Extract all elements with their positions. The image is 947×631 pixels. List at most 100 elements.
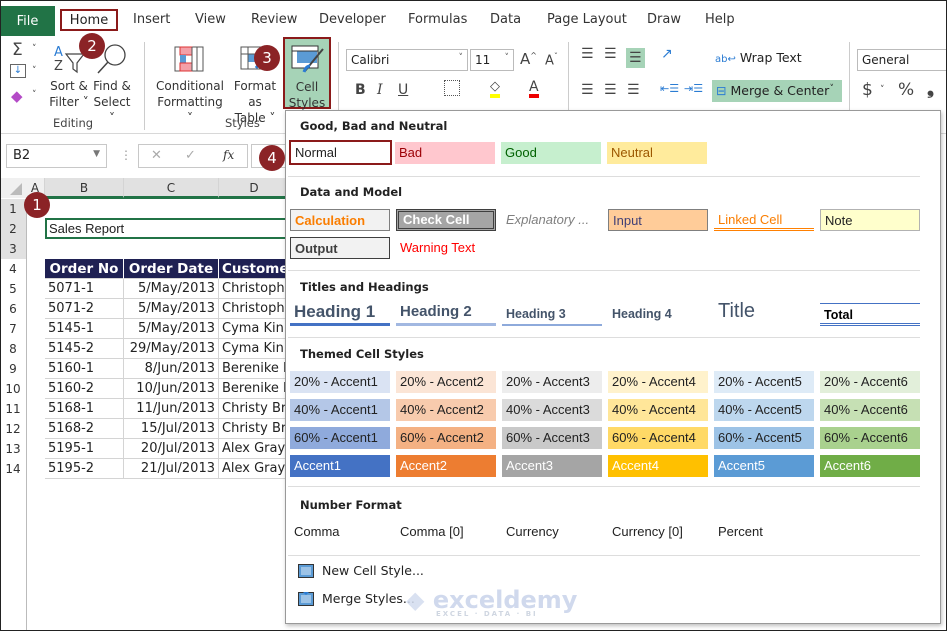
conditional-formatting-icon[interactable] (174, 46, 204, 72)
table-cell[interactable]: 5195-2 (45, 459, 124, 479)
style-comma-0[interactable]: Comma [0] (396, 521, 496, 543)
tab-help[interactable]: Help (705, 12, 735, 27)
enter-icon[interactable]: ✓ (185, 148, 196, 163)
style-themed-accent4[interactable]: Accent4 (608, 455, 708, 477)
style-currency[interactable]: Currency (502, 521, 602, 543)
style-input[interactable]: Input (608, 209, 708, 231)
borders-icon[interactable] (444, 80, 460, 96)
table-cell[interactable]: 8/Jun/2013 (124, 359, 219, 379)
style-themed-accent1[interactable]: 20% - Accent1 (290, 371, 390, 393)
style-themed-accent6[interactable]: 40% - Accent6 (820, 399, 920, 421)
row-header[interactable]: 5 (0, 279, 26, 299)
row-header[interactable]: 9 (0, 359, 26, 379)
tab-draw[interactable]: Draw (647, 12, 681, 27)
table-cell[interactable]: 5145-2 (45, 339, 124, 359)
align-middle-icon[interactable]: ☰ (604, 46, 617, 62)
style-themed-accent1[interactable]: Accent1 (290, 455, 390, 477)
style-themed-accent5[interactable]: 60% - Accent5 (714, 427, 814, 449)
increase-indent-icon[interactable]: ⇥☰ (684, 82, 703, 95)
percent-button[interactable]: % (898, 80, 914, 100)
table-cell[interactable]: Christophe (219, 279, 290, 299)
comma-style-button[interactable]: ❟ (927, 78, 934, 99)
wrap-text-button[interactable]: ab↩ Wrap Text (715, 50, 802, 65)
style-heading-4[interactable]: Heading 4 (608, 303, 708, 326)
style-good[interactable]: Good (501, 142, 601, 164)
style-heading-2[interactable]: Heading 2 (396, 301, 496, 326)
cancel-icon[interactable]: ✕ (151, 148, 162, 163)
style-themed-accent6[interactable]: Accent6 (820, 455, 920, 477)
bold-button[interactable]: B (355, 82, 366, 98)
chevron-down-icon[interactable]: ˅ (32, 66, 37, 76)
row-header[interactable]: 4 (0, 259, 26, 279)
table-cell[interactable]: 5195-1 (45, 439, 124, 459)
style-explanatory[interactable]: Explanatory ... (502, 209, 602, 231)
table-cell[interactable]: 5071-2 (45, 299, 124, 319)
table-cell[interactable]: 5145-1 (45, 319, 124, 339)
conditional-formatting-button[interactable]: Conditional Formatting ˅ (153, 78, 227, 126)
currency-button[interactable]: $ (862, 80, 873, 100)
style-title[interactable]: Title (714, 297, 814, 325)
table-cell[interactable]: 20/Jul/2013 (124, 439, 219, 459)
row-header[interactable]: 10 (0, 379, 26, 399)
table-cell[interactable]: 5160-1 (45, 359, 124, 379)
decrease-indent-icon[interactable]: ⇤☰ (660, 82, 679, 95)
table-cell[interactable]: 5/May/2013 (124, 319, 219, 339)
tab-insert[interactable]: Insert (133, 12, 170, 27)
find-select-button[interactable]: Find & Select ˅ (90, 78, 134, 126)
column-header-d[interactable]: D (219, 178, 290, 198)
style-themed-accent1[interactable]: 40% - Accent1 (290, 399, 390, 421)
table-cell[interactable]: 5168-1 (45, 399, 124, 419)
align-bottom-icon[interactable]: ☰ (626, 48, 645, 68)
row-header[interactable]: 6 (0, 299, 26, 319)
underline-button[interactable]: U (398, 82, 408, 98)
style-themed-accent3[interactable]: 60% - Accent3 (502, 427, 602, 449)
style-themed-accent3[interactable]: 20% - Accent3 (502, 371, 602, 393)
style-themed-accent2[interactable]: 20% - Accent2 (396, 371, 496, 393)
number-format-select[interactable]: General (857, 49, 947, 71)
row-header[interactable]: 7 (0, 319, 26, 339)
table-header-cell[interactable]: Order Date (124, 259, 219, 279)
style-check-cell[interactable]: Check Cell (396, 209, 496, 231)
table-cell[interactable]: Cyma Kinn (219, 339, 290, 359)
style-normal[interactable]: Normal (289, 140, 392, 165)
style-percent[interactable]: Percent (714, 521, 814, 543)
align-top-icon[interactable]: ☰ (581, 46, 594, 62)
tab-developer[interactable]: Developer (319, 12, 386, 27)
sort-filter-button[interactable]: Sort & Filter ˅ (48, 78, 90, 110)
style-total[interactable]: Total (820, 303, 920, 326)
style-heading-3[interactable]: Heading 3 (502, 303, 602, 326)
italic-button[interactable]: I (377, 82, 383, 98)
new-cell-style-menu-item[interactable]: New Cell Style... (298, 563, 424, 578)
table-header-cell[interactable]: Custome (219, 259, 290, 279)
clear-eraser-icon[interactable]: ◆ (11, 87, 23, 105)
merge-center-button[interactable]: ⊟ Merge & Center ˅ (712, 80, 842, 102)
autosum-icon[interactable]: Σ (12, 40, 23, 60)
style-themed-accent2[interactable]: 40% - Accent2 (396, 399, 496, 421)
table-cell[interactable]: 29/May/2013 (124, 339, 219, 359)
increase-font-icon[interactable]: A^ (520, 50, 537, 68)
table-cell[interactable]: Berenike H (219, 359, 290, 379)
tab-data[interactable]: Data (490, 12, 521, 27)
chevron-down-icon[interactable]: ˅ (880, 85, 885, 95)
cell-styles-button[interactable]: Cell Styles ˅ (283, 37, 331, 126)
style-bad[interactable]: Bad (395, 142, 495, 164)
style-themed-accent5[interactable]: Accent5 (714, 455, 814, 477)
table-cell[interactable]: Christophe (219, 299, 290, 319)
row-header[interactable]: 11 (0, 399, 26, 419)
table-cell[interactable]: Alex Grays (219, 459, 290, 479)
row-header[interactable]: 2 (0, 219, 26, 239)
chevron-down-icon[interactable]: ˅ (32, 90, 37, 100)
style-warning-text[interactable]: Warning Text (396, 237, 496, 259)
table-cell[interactable]: Berenike H (219, 379, 290, 399)
style-themed-accent4[interactable]: 60% - Accent4 (608, 427, 708, 449)
table-cell[interactable]: Christy Bri (219, 419, 290, 439)
style-themed-accent4[interactable]: 20% - Accent4 (608, 371, 708, 393)
tab-home[interactable]: Home (60, 9, 118, 31)
table-cell[interactable]: Christy Bri (219, 399, 290, 419)
decrease-font-icon[interactable]: Aˇ (545, 52, 558, 68)
style-output[interactable]: Output (290, 237, 390, 259)
style-heading-1[interactable]: Heading 1 (290, 301, 390, 326)
style-themed-accent6[interactable]: 20% - Accent6 (820, 371, 920, 393)
style-themed-accent3[interactable]: Accent3 (502, 455, 602, 477)
cell-b2-title[interactable]: Sales Report (45, 218, 290, 239)
